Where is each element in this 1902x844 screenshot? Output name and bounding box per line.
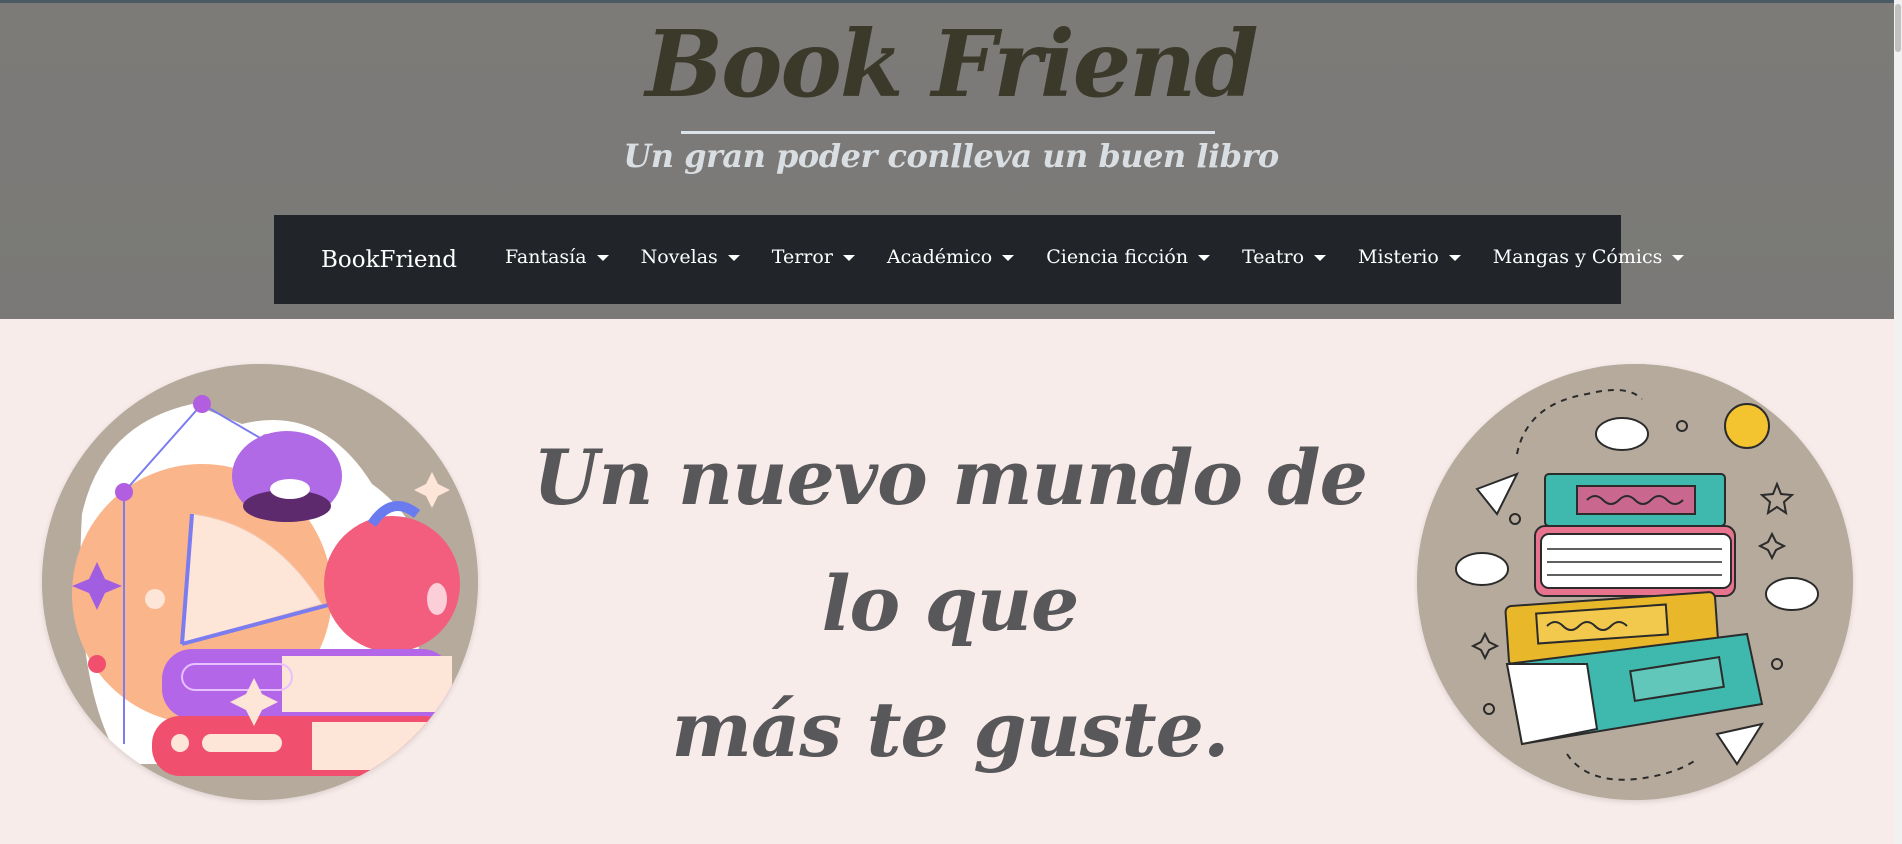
title-divider bbox=[681, 131, 1215, 134]
nav-item-label: Terror bbox=[771, 245, 833, 268]
nav-dropdown-novelas[interactable]: Novelas bbox=[641, 246, 756, 268]
caret-down-icon bbox=[1672, 254, 1685, 261]
page-scrollbar[interactable] bbox=[1894, 0, 1902, 844]
nav-item-label: Novelas bbox=[640, 245, 718, 268]
nav-item-label: Misterio bbox=[1358, 245, 1439, 268]
books-apple-lamp-svg bbox=[42, 364, 478, 800]
nav-dropdown-fantasia[interactable]: Fantasía bbox=[505, 246, 625, 268]
nav-dropdown-mangas-comics[interactable]: Mangas y Cómics bbox=[1493, 246, 1701, 268]
stacked-books-illustration bbox=[1417, 364, 1853, 800]
caret-down-icon bbox=[1002, 254, 1015, 261]
caret-down-icon bbox=[1314, 254, 1327, 261]
nav-item-label: Teatro bbox=[1242, 245, 1305, 268]
navbar-brand-link[interactable]: BookFriend bbox=[321, 247, 457, 273]
caret-down-icon bbox=[842, 254, 855, 261]
nav-dropdown-academico[interactable]: Académico bbox=[887, 246, 1030, 268]
site-header: Book Friend Un gran poder conlleva un bu… bbox=[0, 3, 1902, 319]
nav-dropdown-ciencia-ficcion[interactable]: Ciencia ficción bbox=[1046, 246, 1226, 268]
caret-down-icon bbox=[727, 254, 740, 261]
hero-line-1: Un nuevo mundo de lo que bbox=[533, 433, 1368, 648]
site-tagline: Un gran poder conlleva un buen libro bbox=[623, 137, 1279, 175]
nav-dropdown-misterio[interactable]: Misterio bbox=[1358, 246, 1477, 268]
stacked-books-svg bbox=[1417, 364, 1853, 800]
scrollbar-thumb[interactable] bbox=[1895, 4, 1901, 52]
nav-menu: Fantasía Novelas Terror Académico Cienci… bbox=[505, 246, 1716, 271]
nav-dropdown-teatro[interactable]: Teatro bbox=[1242, 246, 1342, 268]
caret-down-icon bbox=[596, 254, 609, 261]
nav-item-label: Académico bbox=[886, 245, 993, 268]
hero-line-2: más te guste. bbox=[671, 685, 1230, 774]
books-apple-lamp-illustration bbox=[42, 364, 478, 800]
nav-item-label: Mangas y Cómics bbox=[1492, 245, 1663, 268]
nav-dropdown-terror[interactable]: Terror bbox=[772, 246, 871, 268]
hero-heading: Un nuevo mundo de lo que más te guste. bbox=[500, 415, 1400, 793]
nav-item-label: Fantasía bbox=[505, 245, 587, 268]
main-navbar: BookFriend Fantasía Novelas Terror Acadé… bbox=[274, 215, 1685, 304]
nav-item-label: Ciencia ficción bbox=[1046, 245, 1189, 268]
site-title: Book Friend bbox=[645, 10, 1258, 118]
caret-down-icon bbox=[1448, 254, 1461, 261]
caret-down-icon bbox=[1198, 254, 1211, 261]
